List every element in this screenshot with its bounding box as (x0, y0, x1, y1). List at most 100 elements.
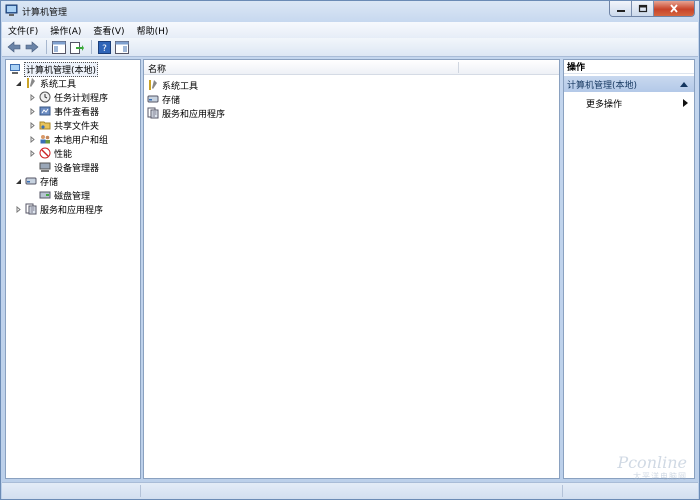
device-manager-icon (39, 161, 51, 173)
tree-item-device-manager[interactable]: 设备管理器 (39, 160, 99, 174)
collapsed-triangle-icon[interactable] (28, 121, 37, 130)
collapse-up-icon[interactable] (680, 80, 688, 90)
tree-label: 服务和应用程序 (40, 205, 104, 216)
storage-icon (25, 175, 37, 187)
show-hide-tree-button[interactable] (51, 40, 67, 55)
window-title: 计算机管理 (22, 8, 68, 18)
list-item[interactable]: 系统工具 (147, 78, 198, 92)
status-divider (562, 485, 563, 497)
status-bar (2, 482, 698, 499)
tree-label: 本地用户和组 (54, 135, 109, 146)
more-actions-label: 更多操作 (586, 99, 623, 110)
restore-button[interactable] (632, 1, 654, 16)
tree-item-event-viewer[interactable]: 事件查看器 (28, 104, 99, 118)
menu-action[interactable]: 操作(A) (50, 24, 81, 37)
window-controls (609, 1, 695, 17)
console-tree-pane: 计算机管理(本地) 系统工具 任务计划程序 事件查看器 共享文件夹 本地用户和组 (5, 59, 141, 479)
list-item[interactable]: 服务和应用程序 (147, 106, 225, 120)
menu-bar: 文件(F) 操作(A) 查看(V) 帮助(H) (2, 22, 698, 38)
svg-text:?: ? (102, 44, 107, 54)
column-name-header[interactable]: 名称 (148, 62, 166, 75)
tree-label: 性能 (54, 149, 73, 160)
column-divider[interactable] (458, 62, 459, 73)
action-pane-icon (115, 40, 129, 54)
tree-item-task-scheduler[interactable]: 任务计划程序 (28, 90, 108, 104)
event-viewer-icon (39, 105, 51, 117)
toolbar: ? (2, 38, 698, 57)
collapsed-triangle-icon[interactable] (28, 149, 37, 158)
clock-icon (39, 91, 51, 103)
list-item[interactable]: 存储 (147, 92, 180, 106)
status-divider (140, 485, 141, 497)
minimize-icon (616, 9, 625, 12)
close-button[interactable] (654, 1, 694, 16)
collapsed-triangle-icon[interactable] (28, 93, 37, 102)
menu-help[interactable]: 帮助(H) (137, 24, 169, 37)
tree-item-disk-management[interactable]: 磁盘管理 (39, 188, 90, 202)
actions-section-computer-management[interactable]: 计算机管理(本地) (564, 76, 694, 92)
show-hide-action-pane-button[interactable] (114, 40, 130, 55)
toolbar-separator (46, 40, 47, 54)
computer-management-icon (9, 63, 21, 75)
export-icon (70, 41, 84, 54)
help-button[interactable]: ? (96, 40, 112, 55)
tree-label: 计算机管理(本地) (24, 61, 99, 77)
expanded-triangle-icon[interactable] (14, 177, 23, 186)
submenu-arrow-icon (683, 99, 688, 110)
tree-item-shared-folders[interactable]: 共享文件夹 (28, 118, 99, 132)
list-item-label: 服务和应用程序 (162, 109, 226, 120)
services-icon (147, 107, 159, 119)
disk-icon (39, 189, 51, 201)
actions-header: 操作 (564, 60, 694, 74)
tree-item-root[interactable]: 计算机管理(本地) (9, 61, 99, 77)
services-icon (25, 203, 37, 215)
tree-label: 系统工具 (40, 79, 77, 90)
help-icon: ? (97, 40, 111, 54)
tools-icon (25, 77, 37, 89)
menu-file[interactable]: 文件(F) (8, 24, 38, 37)
storage-icon (147, 93, 159, 105)
tree-label: 设备管理器 (54, 163, 100, 174)
shared-folder-icon (39, 119, 51, 131)
menu-view[interactable]: 查看(V) (93, 24, 124, 37)
tree-label: 存储 (40, 177, 59, 188)
watermark-logo: Pconline (617, 453, 687, 472)
computer-management-icon (5, 4, 18, 17)
list-item-label: 系统工具 (162, 81, 199, 92)
list-column-header: 名称 (144, 60, 559, 75)
more-actions-item[interactable]: 更多操作 (586, 96, 694, 110)
results-pane: 名称 系统工具 存储 服务和应用程序 (143, 59, 560, 479)
tree-label: 磁盘管理 (54, 191, 91, 202)
tree-item-local-users[interactable]: 本地用户和组 (28, 132, 108, 146)
tree-label: 共享文件夹 (54, 121, 100, 132)
collapsed-triangle-icon[interactable] (28, 135, 37, 144)
forward-button[interactable] (24, 40, 40, 55)
toolbar-separator (91, 40, 92, 54)
tree-label: 任务计划程序 (54, 93, 109, 104)
performance-icon (39, 147, 51, 159)
back-button[interactable] (6, 40, 22, 55)
close-icon (670, 4, 678, 13)
export-list-button[interactable] (69, 40, 85, 55)
tree-item-performance[interactable]: 性能 (28, 146, 72, 160)
app-window: 计算机管理 文件(F) 操作(A) 查看(V) 帮助(H) ? 计算机管理(本地… (0, 0, 700, 500)
collapsed-triangle-icon[interactable] (28, 107, 37, 116)
users-icon (39, 133, 51, 145)
tree-label: 事件查看器 (54, 107, 100, 118)
collapsed-triangle-icon[interactable] (14, 205, 23, 214)
list-item-label: 存储 (162, 95, 181, 106)
tree-item-services-apps[interactable]: 服务和应用程序 (14, 202, 103, 216)
minimize-button[interactable] (610, 1, 632, 16)
actions-pane: 操作 计算机管理(本地) 更多操作 (563, 59, 695, 479)
title-bar[interactable]: 计算机管理 (1, 1, 699, 21)
tree-item-system-tools[interactable]: 系统工具 (14, 76, 76, 90)
console-tree-icon (52, 40, 66, 54)
tree-item-storage[interactable]: 存储 (14, 174, 58, 188)
actions-section-label: 计算机管理(本地) (567, 80, 638, 91)
watermark-subtext: 太平洋电脑网 (633, 472, 687, 481)
tools-icon (147, 79, 159, 91)
restore-icon (638, 4, 647, 13)
forward-arrow-icon (25, 41, 39, 53)
back-arrow-icon (7, 41, 21, 53)
expanded-triangle-icon[interactable] (14, 79, 23, 88)
